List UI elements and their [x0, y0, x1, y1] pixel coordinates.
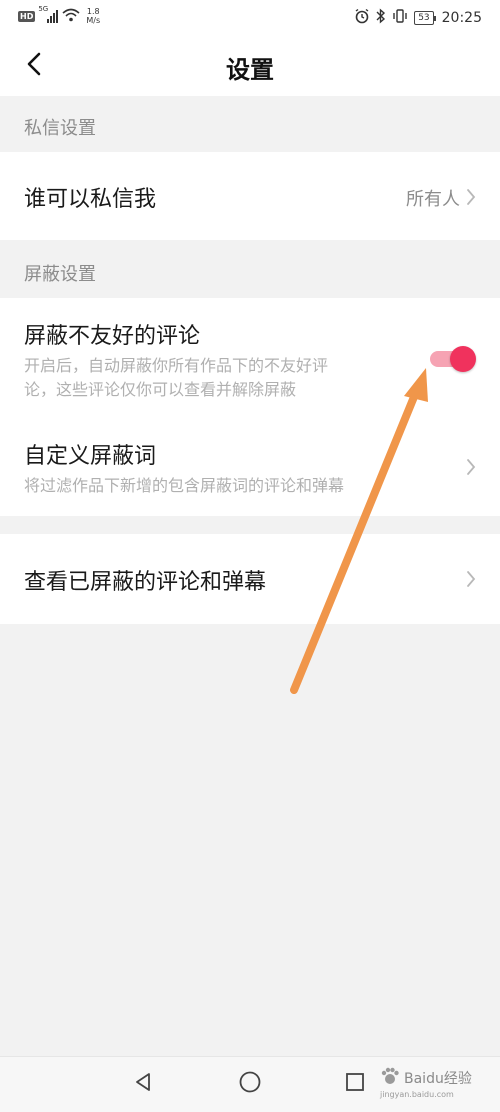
net-speed: 1.8 M/s — [86, 7, 100, 25]
row-view-blocked[interactable]: 查看已屏蔽的评论和弹幕 — [0, 534, 500, 624]
custom-words-desc: 将过滤作品下新增的包含屏蔽词的评论和弹幕 — [24, 476, 345, 495]
battery-icon: 53 — [414, 11, 436, 25]
view-blocked-title: 查看已屏蔽的评论和弹幕 — [24, 570, 267, 595]
vibrate-icon — [392, 8, 408, 28]
triangle-back-icon — [132, 1071, 154, 1097]
chevron-right-icon — [466, 458, 476, 476]
nav-home-button[interactable] — [235, 1069, 265, 1099]
alarm-icon — [354, 8, 370, 28]
blocking-card: 屏蔽不友好的评论 开启后，自动屏蔽你所有作品下的不友好评 论，这些评论仅你可以查… — [0, 298, 500, 516]
watermark-brand: Baidu经验 — [404, 1071, 472, 1087]
battery-level: 53 — [414, 11, 434, 25]
header: 设置 — [0, 36, 500, 96]
wifi-icon — [62, 8, 80, 25]
page-title: 设置 — [226, 56, 274, 84]
signal-icon: 5G — [38, 5, 59, 23]
nav-back-button[interactable] — [128, 1069, 158, 1099]
net-speed-value: 1.8 — [86, 7, 100, 16]
baidu-watermark: Baidu经验 jingyan.baidu.com — [380, 1066, 472, 1099]
net-speed-unit: M/s — [86, 16, 101, 25]
block-unfriendly-desc-line2: 论，这些评论仅你可以查看并解除屏蔽 — [24, 380, 297, 399]
circle-home-icon — [238, 1070, 262, 1098]
block-unfriendly-desc-line1: 开启后，自动屏蔽你所有作品下的不友好评 — [24, 356, 329, 375]
block-unfriendly-toggle[interactable] — [428, 345, 476, 373]
square-recents-icon — [344, 1071, 366, 1097]
nav-recents-button[interactable] — [340, 1069, 370, 1099]
paw-icon — [380, 1066, 400, 1090]
status-bar: HD 5G 1.8 M/s 53 20:25 — [0, 0, 500, 36]
toggle-knob — [450, 346, 476, 372]
block-unfriendly-title: 屏蔽不友好的评论 — [24, 324, 201, 349]
signal-label: 5G — [38, 5, 49, 13]
clock-time: 20:25 — [441, 10, 482, 26]
status-right: 53 20:25 — [354, 8, 482, 28]
bluetooth-icon — [376, 8, 386, 28]
row-who-can-message[interactable]: 谁可以私信我 所有人 — [0, 152, 500, 240]
who-can-message-value: 所有人 — [406, 189, 460, 210]
status-left: HD 5G 1.8 M/s — [18, 5, 100, 25]
section-label-messages: 私信设置 — [24, 118, 96, 139]
chevron-right-icon — [466, 570, 476, 588]
chevron-right-icon — [466, 188, 476, 206]
section-label-blocking: 屏蔽设置 — [24, 264, 96, 285]
who-can-message-title: 谁可以私信我 — [24, 187, 157, 212]
hd-badge: HD — [18, 10, 36, 22]
custom-words-title: 自定义屏蔽词 — [24, 444, 157, 469]
watermark-url: jingyan.baidu.com — [380, 1090, 454, 1099]
